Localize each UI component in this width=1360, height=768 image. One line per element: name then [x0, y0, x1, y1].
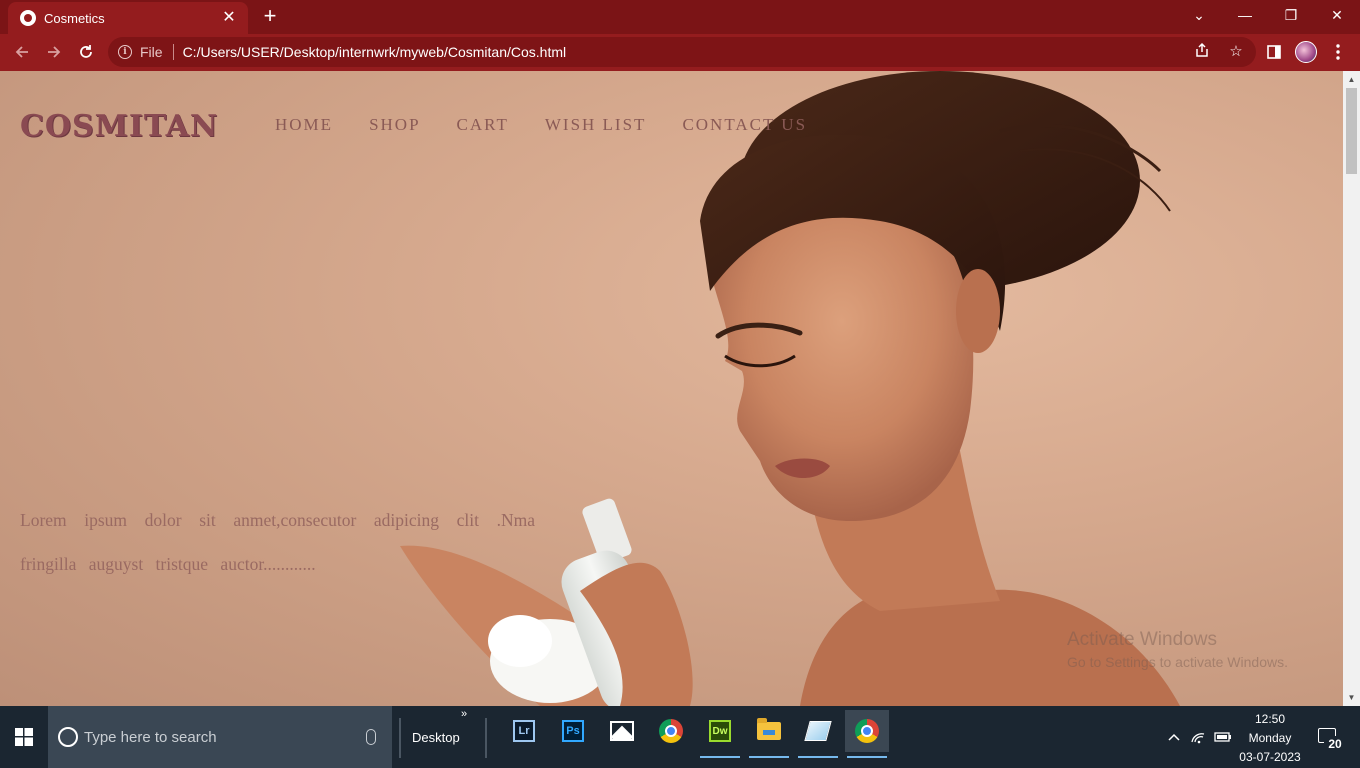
toolbar-divider-2	[485, 718, 487, 758]
taskbar-chrome[interactable]	[649, 710, 693, 752]
browser-tab[interactable]: Cosmetics ✕	[8, 2, 248, 34]
side-panel-icon[interactable]	[1261, 39, 1287, 65]
scroll-down-icon[interactable]: ▼	[1343, 689, 1360, 706]
notification-count-badge: 20	[1324, 736, 1346, 752]
browser-titlebar: Cosmetics ✕ + ⌄ — ❐ ✕	[0, 0, 1360, 34]
nav-wish-list[interactable]: WISH LIST	[545, 115, 647, 135]
taskbar-app-glass[interactable]	[796, 710, 840, 758]
menu-kebab-icon[interactable]	[1325, 39, 1351, 65]
nav-shop[interactable]: SHOP	[369, 115, 420, 135]
new-tab-button[interactable]: +	[258, 4, 282, 28]
profile-avatar	[1295, 41, 1317, 63]
watermark-subtitle: Go to Settings to activate Windows.	[1067, 654, 1288, 670]
photoshop-icon: Ps	[562, 720, 584, 742]
cortana-icon	[58, 727, 78, 747]
photos-icon	[610, 721, 634, 741]
dreamweaver-icon: Dw	[709, 720, 731, 742]
nav-cart[interactable]: CART	[457, 115, 509, 135]
taskbar-photoshop[interactable]: Ps	[551, 710, 595, 752]
profile-button[interactable]	[1293, 39, 1319, 65]
omnibox-divider	[172, 44, 174, 60]
site-nav: HOME SHOP CART WISH LIST CONTACT US	[275, 115, 807, 135]
taskbar-clock[interactable]: 12:50 Monday 03-07-2023	[1230, 710, 1310, 767]
glass-app-icon	[804, 721, 832, 741]
reload-icon[interactable]	[72, 38, 100, 66]
scroll-up-icon[interactable]: ▲	[1343, 71, 1360, 88]
taskbar-dreamweaver[interactable]: Dw	[698, 710, 742, 758]
search-placeholder: Type here to search	[84, 728, 217, 746]
share-icon[interactable]	[1192, 42, 1212, 62]
windows-taskbar: Type here to search Desktop » Lr Ps Dw 1…	[0, 706, 1360, 768]
tab-close-icon[interactable]: ✕	[220, 9, 238, 27]
restore-button[interactable]: ❐	[1268, 0, 1314, 30]
lightroom-icon: Lr	[513, 720, 535, 742]
taskbar-chrome-active[interactable]	[845, 710, 889, 758]
back-arrow-icon[interactable]	[8, 38, 36, 66]
chrome-icon	[855, 719, 879, 743]
info-icon[interactable]: i	[118, 45, 132, 59]
tray-expand-icon[interactable]	[1164, 706, 1184, 768]
url-text[interactable]: C:/Users/USER/Desktop/internwrk/myweb/Co…	[183, 44, 567, 60]
bookmark-star-icon[interactable]: ☆	[1226, 42, 1246, 62]
browser-toolbar: i File C:/Users/USER/Desktop/internwrk/m…	[0, 34, 1360, 71]
address-bar[interactable]: i File C:/Users/USER/Desktop/internwrk/m…	[108, 37, 1256, 67]
close-window-button[interactable]: ✕	[1314, 0, 1360, 30]
scheme-label: File	[140, 44, 163, 60]
toolbar-divider	[399, 718, 401, 758]
page-viewport: COSMITAN HOME SHOP CART WISH LIST CONTAC…	[0, 71, 1343, 706]
taskbar-search-box[interactable]: Type here to search	[48, 706, 392, 768]
network-icon[interactable]	[1187, 706, 1209, 768]
forward-arrow-icon[interactable]	[40, 38, 68, 66]
nav-home[interactable]: HOME	[275, 115, 333, 135]
taskbar-file-explorer[interactable]	[747, 710, 791, 758]
tab-title: Cosmetics	[44, 10, 105, 26]
minimize-button[interactable]: —	[1222, 0, 1268, 30]
tab-search-button[interactable]: ⌄	[1176, 0, 1222, 30]
start-button[interactable]	[0, 706, 48, 768]
hero-text: Lorem ipsum dolor sit anmet,consecutor a…	[20, 510, 535, 574]
desktop-toolbar-label[interactable]: Desktop	[412, 730, 460, 745]
activate-windows-watermark: Activate Windows Go to Settings to activ…	[1067, 629, 1288, 670]
chrome-icon	[659, 719, 683, 743]
globe-icon	[20, 10, 36, 26]
taskbar-lightroom[interactable]: Lr	[502, 710, 546, 752]
taskbar-photos[interactable]	[600, 710, 644, 752]
clock-time: 12:50	[1254, 712, 1286, 726]
hero-model-image	[400, 71, 1180, 706]
vertical-scrollbar[interactable]: ▲ ▼	[1343, 71, 1360, 706]
microphone-icon[interactable]	[366, 729, 376, 745]
windows-logo-icon	[15, 728, 33, 746]
folder-icon	[757, 718, 781, 740]
desktop-expand-icon[interactable]: »	[461, 708, 467, 720]
watermark-title: Activate Windows	[1067, 629, 1217, 650]
clock-day: Monday	[1248, 731, 1292, 745]
scrollbar-thumb[interactable]	[1346, 88, 1357, 174]
site-logo[interactable]: COSMITAN	[20, 109, 218, 144]
omnibox-actions: ☆	[1192, 42, 1246, 62]
clock-date: 03-07-2023	[1239, 750, 1301, 764]
nav-contact-us[interactable]: CONTACT US	[682, 115, 807, 135]
